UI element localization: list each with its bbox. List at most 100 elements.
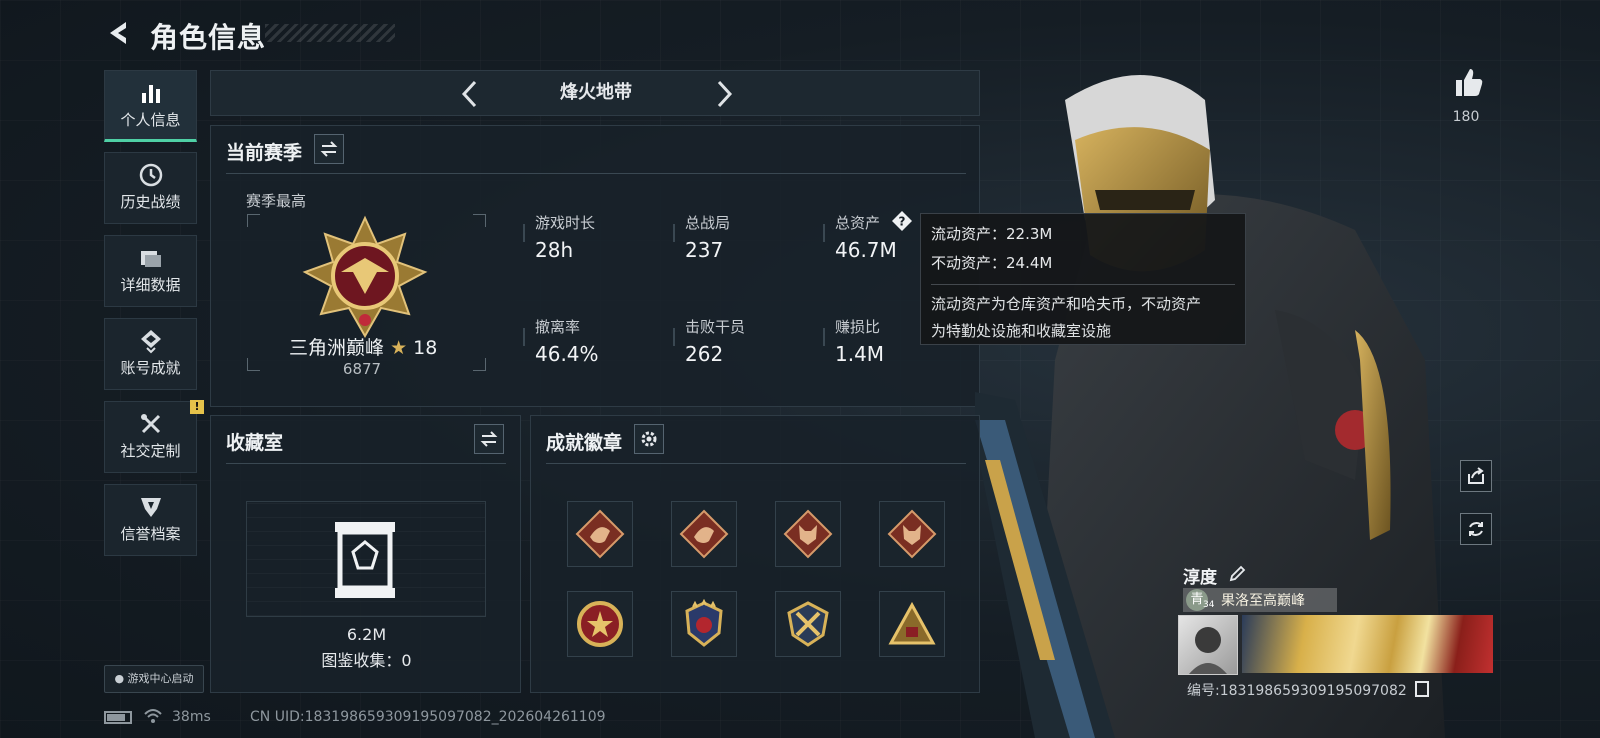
tools-icon bbox=[140, 414, 160, 434]
tooltip-liquid-assets: 流动资产：22.3M bbox=[931, 225, 1053, 243]
title-decoration bbox=[265, 24, 395, 42]
edit-icon[interactable] bbox=[1228, 565, 1246, 583]
game-center-launch-button[interactable]: ● 游戏中心启动 bbox=[104, 665, 204, 693]
shield-icon bbox=[140, 498, 161, 517]
wolf-badge-icon bbox=[887, 509, 937, 559]
thumbs-up-icon[interactable] bbox=[1452, 66, 1484, 98]
sidebar-item-personal-info[interactable]: 个人信息 bbox=[104, 70, 197, 142]
collection-catalog: 图鉴收集：0 bbox=[321, 651, 412, 670]
achievement-badge[interactable] bbox=[775, 591, 841, 657]
sidebar-item-label: 个人信息 bbox=[120, 111, 181, 129]
stat-label: 总战局 bbox=[685, 214, 731, 232]
achievement-badge[interactable] bbox=[879, 501, 945, 567]
achievements-title: 成就徽章 bbox=[546, 432, 623, 454]
rank-name-row: 三角洲巅峰 ★ 18 bbox=[289, 333, 437, 360]
player-banner[interactable] bbox=[1242, 615, 1493, 673]
folder-icon bbox=[140, 251, 161, 267]
copy-icon[interactable] bbox=[1415, 681, 1430, 697]
season-panel: 当前赛季 赛季最高 三角洲巅峰 ★ 18 6877 游戏时长 28h 总战局 2… bbox=[210, 125, 980, 407]
sidebar-item-details[interactable]: 详细数据 bbox=[104, 235, 197, 307]
achievement-badge[interactable] bbox=[567, 501, 633, 567]
bar-chart-icon bbox=[141, 85, 160, 103]
like-count: 180 bbox=[1452, 109, 1480, 125]
sidebar-item-history[interactable]: 历史战绩 bbox=[104, 152, 197, 224]
rank-stars: 18 bbox=[413, 337, 438, 359]
star-wing-emblem-icon bbox=[685, 599, 723, 647]
refresh-button[interactable] bbox=[1460, 513, 1492, 545]
tooltip-divider bbox=[931, 284, 1235, 285]
achievement-badge[interactable] bbox=[879, 591, 945, 657]
achievement-badge[interactable] bbox=[567, 591, 633, 657]
collection-preview[interactable] bbox=[246, 501, 486, 617]
tooltip-description-line2: 为特勤处设施和收藏室设施 bbox=[931, 322, 1112, 340]
avatar-portrait bbox=[1189, 627, 1227, 674]
divider bbox=[226, 173, 966, 174]
stat-value: 262 bbox=[685, 342, 724, 366]
player-id-text: 编号:18319865930919509708​2 bbox=[1187, 683, 1407, 699]
sidebar-item-achievements[interactable]: 账号成就 bbox=[104, 318, 197, 390]
share-icon bbox=[1468, 467, 1484, 484]
crossed-swords-emblem-icon bbox=[787, 601, 829, 647]
stat-value: 28h bbox=[535, 238, 574, 262]
help-icon[interactable]: ? bbox=[891, 210, 913, 232]
battery-icon bbox=[104, 711, 132, 724]
player-title-plate: 青 34 果洛至高巅峰 bbox=[1183, 588, 1337, 612]
share-button[interactable] bbox=[1460, 460, 1492, 492]
wifi-icon bbox=[144, 709, 162, 723]
achievements-panel: 成就徽章 bbox=[530, 415, 980, 693]
sidebar-item-reputation[interactable]: 信誉档案 bbox=[104, 484, 197, 556]
achievement-badge[interactable] bbox=[671, 501, 737, 567]
player-title-text: 果洛至高巅峰 bbox=[1221, 593, 1305, 609]
collection-switch-button[interactable] bbox=[474, 424, 504, 454]
sidebar-item-label: 历史战绩 bbox=[120, 193, 181, 211]
back-arrow-icon[interactable] bbox=[104, 18, 134, 48]
stat-value: 46.7M bbox=[835, 238, 897, 262]
season-switch-button[interactable] bbox=[314, 134, 344, 164]
tooltip-fixed-assets: 不动资产：24.4M bbox=[931, 254, 1053, 272]
achievement-icon bbox=[140, 330, 161, 354]
chevron-left-icon[interactable] bbox=[459, 79, 481, 109]
title-level: 34 bbox=[1203, 600, 1215, 610]
display-case-icon bbox=[335, 522, 395, 598]
stat-value: 1.4M bbox=[835, 342, 885, 366]
avatar[interactable] bbox=[1178, 615, 1238, 675]
stat-value: 237 bbox=[685, 238, 724, 262]
notification-badge: ! bbox=[190, 400, 204, 414]
achievement-badge[interactable] bbox=[671, 591, 737, 657]
rank-medal-icon bbox=[302, 215, 428, 339]
season-title: 当前赛季 bbox=[226, 142, 303, 164]
ping-text: 38ms bbox=[172, 709, 211, 725]
stat-label: 总资产 bbox=[835, 214, 881, 232]
sidebar-item-label: 详细数据 bbox=[120, 276, 181, 294]
stat-label: 游戏时长 bbox=[535, 214, 596, 232]
star-icon: ★ bbox=[390, 337, 408, 359]
collection-panel: 收藏室 6.2M 图鉴收集：0 bbox=[210, 415, 521, 693]
mode-name: 烽火地带 bbox=[560, 82, 632, 103]
refresh-icon bbox=[1469, 522, 1483, 536]
clock-icon bbox=[139, 163, 162, 187]
game-center-label: 游戏中心启动 bbox=[127, 672, 194, 685]
season-best-label: 赛季最高 bbox=[246, 192, 307, 210]
stat-value: 46.4% bbox=[535, 342, 599, 366]
swap-icon bbox=[480, 431, 498, 447]
uid-text: CN UID:183198659309195097082_20260426110… bbox=[250, 709, 606, 725]
svg-text:?: ? bbox=[899, 215, 906, 229]
achievements-settings-button[interactable] bbox=[634, 424, 664, 454]
divider bbox=[226, 463, 506, 464]
player-name: 淳度 bbox=[1183, 568, 1217, 588]
sidebar-item-label: 信誉档案 bbox=[120, 525, 181, 543]
rank-name: 三角洲巅峰 bbox=[289, 337, 385, 359]
chevron-right-icon[interactable] bbox=[713, 79, 735, 109]
gear-icon bbox=[641, 431, 657, 447]
sidebar-item-label: 账号成就 bbox=[120, 359, 181, 377]
asset-tooltip: 流动资产：22.3M 不动资产：24.4M 流动资产为仓库资产和哈夫币，不动资产… bbox=[920, 213, 1246, 345]
sidebar-item-social[interactable]: 社交定制 ! bbox=[104, 400, 204, 473]
mode-switcher: 烽火地带 bbox=[210, 70, 980, 116]
game-center-icon: ● bbox=[114, 672, 125, 685]
achievement-badge[interactable] bbox=[775, 501, 841, 567]
rank-score: 6877 bbox=[342, 360, 382, 378]
page-title: 角色信息 bbox=[150, 21, 267, 54]
collection-value: 6.2M bbox=[346, 625, 387, 644]
divider bbox=[546, 463, 966, 464]
dragon-badge-icon bbox=[679, 509, 729, 559]
